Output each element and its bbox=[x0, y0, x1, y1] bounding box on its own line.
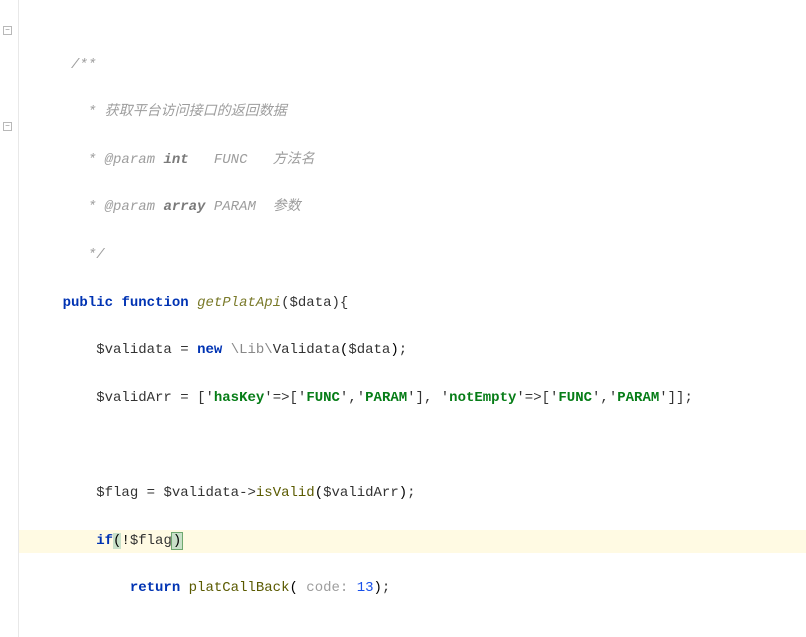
num: 13 bbox=[357, 580, 374, 596]
punct: ; bbox=[399, 342, 407, 358]
doc-desc: 方法名 bbox=[273, 152, 315, 168]
code-line: return platCallBack( code: 13); bbox=[19, 577, 806, 601]
var: $flag bbox=[96, 485, 138, 501]
code-line: * 获取平台访问接口的返回数据 bbox=[19, 101, 806, 125]
var: $validata bbox=[96, 342, 172, 358]
op: = bbox=[172, 342, 197, 358]
code-area[interactable]: /** * 获取平台访问接口的返回数据 * @param int FUNC 方法… bbox=[19, 0, 806, 637]
kw-if: if bbox=[96, 533, 113, 549]
str: PARAM bbox=[617, 390, 659, 406]
inline-hint: code: bbox=[298, 580, 357, 596]
kw-function: function bbox=[121, 295, 188, 311]
arr: [' bbox=[197, 390, 214, 406]
doc-type: array bbox=[163, 199, 205, 215]
str: hasKey bbox=[214, 390, 264, 406]
var: $data bbox=[348, 342, 390, 358]
op: -> bbox=[239, 485, 256, 501]
arr: '=>[' bbox=[516, 390, 558, 406]
ns: \Lib\ bbox=[231, 342, 273, 358]
str: FUNC bbox=[558, 390, 592, 406]
paren-match-open-icon: ( bbox=[113, 533, 121, 549]
code-line: $validArr = ['hasKey'=>['FUNC','PARAM'],… bbox=[19, 387, 806, 411]
arr: ',' bbox=[592, 390, 617, 406]
class: Validata bbox=[273, 342, 340, 358]
doc-desc: 参数 bbox=[273, 199, 301, 215]
doc-text: 获取平台访问接口的返回数据 bbox=[105, 104, 287, 120]
fold-marker-icon[interactable]: − bbox=[3, 26, 12, 35]
doc-open: /** bbox=[71, 57, 96, 73]
doc-star: * bbox=[79, 104, 104, 120]
code-line: $flag = $validata->isValid($validArr); bbox=[19, 482, 806, 506]
kw-return: return bbox=[130, 580, 180, 596]
var: $data bbox=[289, 295, 331, 311]
kw-public: public bbox=[63, 295, 113, 311]
code-line: public function getPlatApi($data){ bbox=[19, 292, 806, 316]
code-line: $validata = new \Lib\Validata($data); bbox=[19, 339, 806, 363]
doc-pname: FUNC bbox=[189, 152, 273, 168]
fn-name: getPlatApi bbox=[197, 295, 281, 311]
doc-star: * @param bbox=[79, 152, 163, 168]
code-line: * @param array PARAM 参数 bbox=[19, 196, 806, 220]
fold-marker-icon[interactable]: − bbox=[3, 122, 12, 131]
str: FUNC bbox=[306, 390, 340, 406]
var: $validArr bbox=[96, 390, 172, 406]
op: = bbox=[172, 390, 197, 406]
doc-close: */ bbox=[79, 247, 104, 263]
gutter: − − bbox=[0, 0, 19, 637]
str: PARAM bbox=[365, 390, 407, 406]
var: $validata bbox=[163, 485, 239, 501]
doc-star: * @param bbox=[79, 199, 163, 215]
code-line bbox=[19, 625, 806, 637]
arr: ',' bbox=[340, 390, 365, 406]
paren-match-close-icon: ) bbox=[171, 532, 183, 550]
arr: ']]; bbox=[659, 390, 693, 406]
code-line: */ bbox=[19, 244, 806, 268]
method: isValid bbox=[256, 485, 315, 501]
code-line: * @param int FUNC 方法名 bbox=[19, 149, 806, 173]
arr: '], ' bbox=[407, 390, 449, 406]
doc-pname: PARAM bbox=[205, 199, 272, 215]
var: $flag bbox=[130, 533, 172, 549]
code-line: /** bbox=[19, 54, 806, 78]
arr: '=>[' bbox=[264, 390, 306, 406]
punct: ){ bbox=[332, 295, 349, 311]
doc-type: int bbox=[163, 152, 188, 168]
method: platCallBack bbox=[189, 580, 290, 596]
op: = bbox=[138, 485, 163, 501]
punct: ; bbox=[407, 485, 415, 501]
punct: ; bbox=[382, 580, 390, 596]
code-editor: − − /** * 获取平台访问接口的返回数据 * @param int FUN… bbox=[0, 0, 806, 637]
code-line-current: if(!$flag) bbox=[19, 530, 806, 554]
kw-new: new bbox=[197, 342, 222, 358]
str: notEmpty bbox=[449, 390, 516, 406]
var: $validArr bbox=[323, 485, 399, 501]
code-line bbox=[19, 434, 806, 458]
